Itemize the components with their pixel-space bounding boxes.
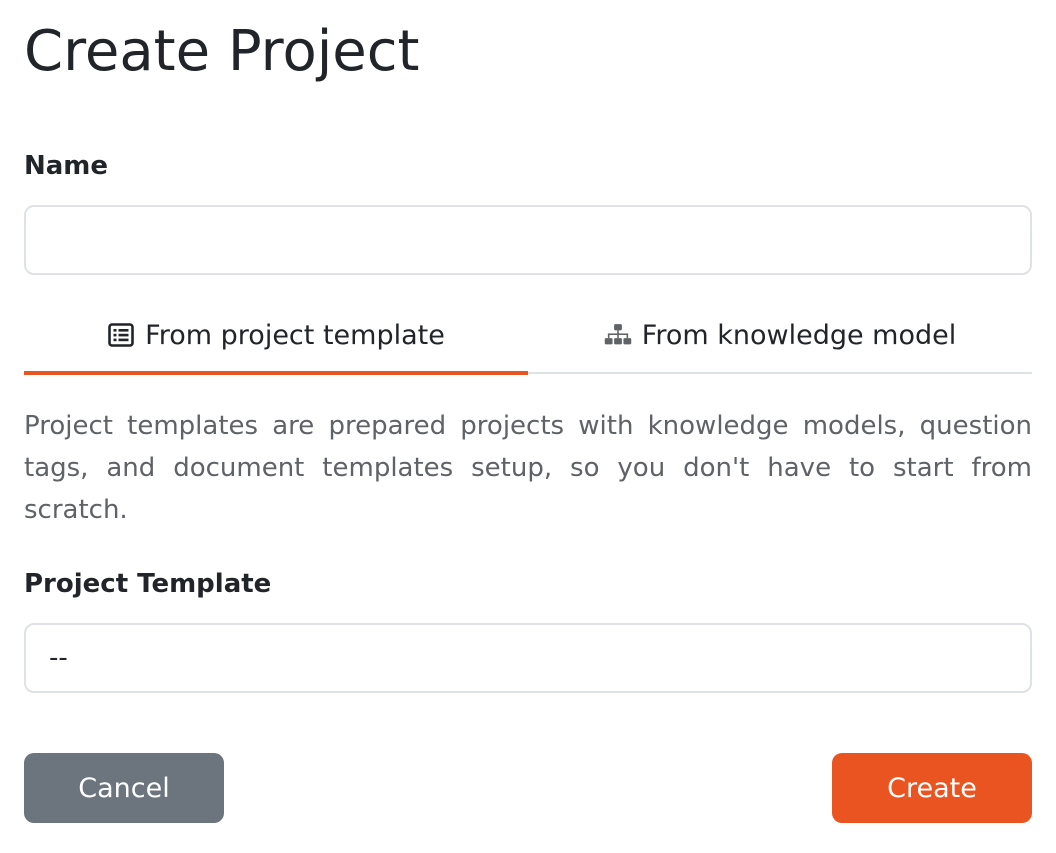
tab-label: From project template (145, 319, 445, 351)
project-template-select[interactable]: -- (24, 623, 1032, 693)
name-input[interactable] (24, 205, 1032, 275)
create-button[interactable]: Create (832, 753, 1032, 823)
template-description: Project templates are prepared projects … (24, 411, 1032, 525)
tab-label: From knowledge model (641, 319, 957, 351)
name-label: Name (24, 151, 109, 181)
tab-from-knowledge-model[interactable]: From knowledge model (528, 300, 1032, 372)
list-icon (107, 321, 135, 349)
page-title: Create Project (24, 19, 420, 84)
project-template-label: Project Template (24, 569, 272, 599)
source-tabs: From project template From knowledge mod… (24, 300, 1032, 375)
create-project-page: Create Project Name From project templat… (0, 0, 1056, 853)
cancel-button[interactable]: Cancel (24, 753, 224, 823)
sitemap-icon (604, 321, 632, 349)
project-template-selected-value: -- (49, 643, 68, 673)
tab-from-project-template[interactable]: From project template (24, 300, 528, 375)
